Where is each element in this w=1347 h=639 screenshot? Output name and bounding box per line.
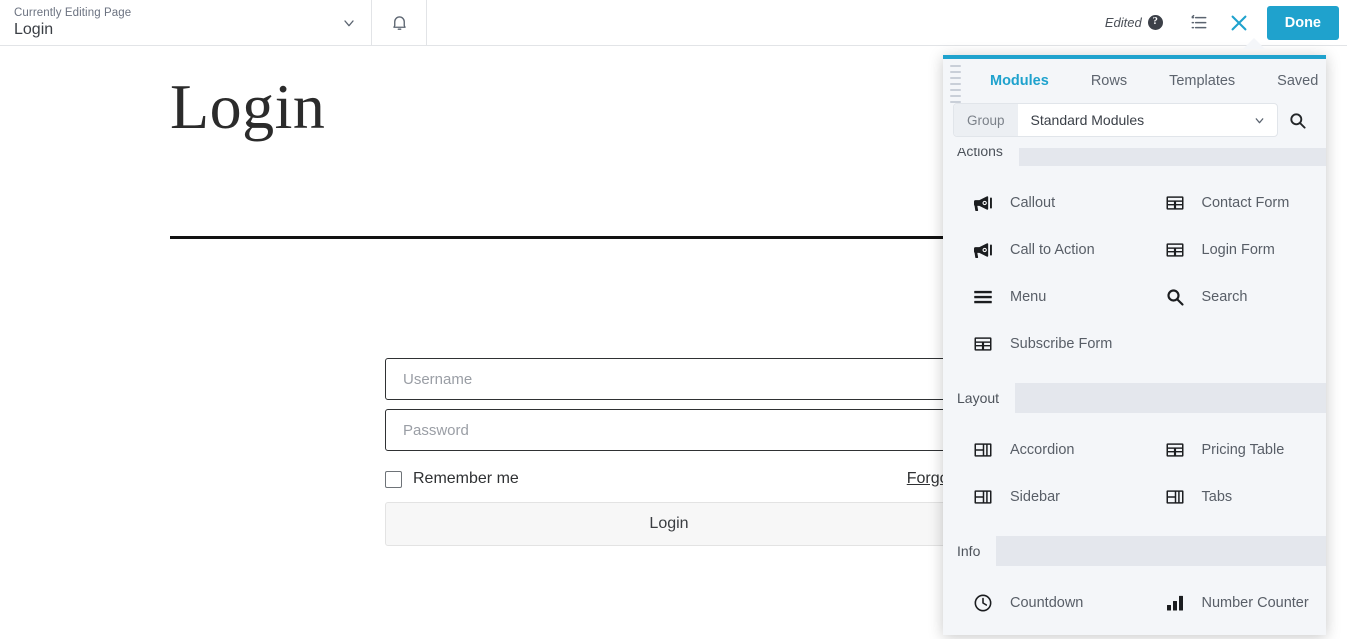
layout-blocks-icon bbox=[1165, 487, 1185, 507]
module-item-tabs[interactable]: Tabs bbox=[1135, 473, 1327, 520]
tab-rows[interactable]: Rows bbox=[1070, 59, 1148, 103]
password-placeholder: Password bbox=[403, 422, 469, 439]
tab-modules[interactable]: Modules bbox=[969, 59, 1070, 103]
table-form-icon bbox=[973, 334, 993, 354]
module-item-accordion[interactable]: Accordion bbox=[943, 426, 1135, 473]
section-title: Info bbox=[943, 536, 996, 566]
tab-saved[interactable]: Saved bbox=[1256, 59, 1326, 103]
layout-blocks-icon bbox=[973, 487, 993, 507]
module-label: Pricing Table bbox=[1202, 442, 1285, 458]
outline-panel-button[interactable] bbox=[1179, 0, 1219, 46]
login-form-module[interactable]: Username Password Remember me Forgot Log… bbox=[385, 358, 953, 546]
section-header-actions: Actions bbox=[943, 148, 1326, 166]
section-header-info: Info bbox=[943, 536, 1326, 566]
search-button[interactable] bbox=[1278, 103, 1316, 137]
layout-blocks-icon bbox=[973, 440, 993, 460]
edited-status: Edited ? bbox=[1105, 15, 1163, 30]
panel-tabs: Modules Rows Templates Saved bbox=[943, 59, 1326, 103]
group-select[interactable]: Group Standard Modules bbox=[953, 103, 1278, 137]
module-item-search[interactable]: Search bbox=[1135, 273, 1327, 320]
clock-icon bbox=[973, 593, 993, 613]
login-submit-button[interactable]: Login bbox=[385, 502, 953, 546]
current-page-name: Login bbox=[14, 21, 341, 39]
close-x-icon bbox=[1228, 12, 1250, 34]
module-grid: Callout Contact Form Call to Action Login F… bbox=[943, 166, 1326, 383]
megaphone-icon bbox=[973, 193, 993, 213]
module-item-pricing-table[interactable]: Pricing Table bbox=[1135, 426, 1327, 473]
module-grid: Countdown Number Counter bbox=[943, 566, 1326, 635]
chevron-down-icon bbox=[341, 15, 357, 31]
outline-list-icon bbox=[1189, 13, 1209, 33]
chevron-down-icon bbox=[1253, 114, 1277, 127]
panel-caret bbox=[1243, 38, 1265, 49]
module-item-subscribe-form[interactable]: Subscribe Form bbox=[943, 320, 1135, 367]
page-selector[interactable]: Currently Editing Page Login bbox=[0, 0, 372, 45]
module-item-contact-form[interactable]: Contact Form bbox=[1135, 179, 1327, 226]
module-label: Search bbox=[1202, 289, 1248, 305]
panel-header: Modules Rows Templates Saved Group Stand… bbox=[943, 59, 1326, 148]
module-label: Accordion bbox=[1010, 442, 1074, 458]
remember-me-label: Remember me bbox=[413, 470, 519, 488]
username-field[interactable]: Username bbox=[385, 358, 953, 400]
section-title: Layout bbox=[943, 383, 1015, 413]
hamburger-menu-icon bbox=[973, 287, 993, 307]
table-form-icon bbox=[1165, 440, 1185, 460]
module-item-sidebar[interactable]: Sidebar bbox=[943, 473, 1135, 520]
admin-toolbar: Currently Editing Page Login Edited ? bbox=[0, 0, 1347, 46]
bar-chart-icon bbox=[1165, 593, 1185, 613]
group-selected-value: Standard Modules bbox=[1018, 112, 1253, 128]
done-button[interactable]: Done bbox=[1267, 6, 1339, 40]
search-icon bbox=[1288, 111, 1307, 130]
notifications-button[interactable] bbox=[372, 0, 427, 45]
drag-handle-icon[interactable] bbox=[950, 65, 961, 103]
megaphone-icon bbox=[973, 240, 993, 260]
group-label: Group bbox=[954, 104, 1018, 136]
module-item-number-counter[interactable]: Number Counter bbox=[1135, 579, 1327, 626]
modules-list[interactable]: Actions Callout Contact Form Call to Action… bbox=[943, 148, 1326, 635]
module-label: Login Form bbox=[1202, 242, 1275, 258]
module-label: Countdown bbox=[1010, 595, 1083, 611]
search-icon bbox=[1165, 287, 1185, 307]
toolbar-spacer bbox=[427, 0, 1105, 45]
login-options-row: Remember me Forgot bbox=[385, 468, 953, 490]
module-label: Tabs bbox=[1202, 489, 1233, 505]
modules-panel: Modules Rows Templates Saved Group Stand… bbox=[943, 55, 1326, 635]
module-label: Subscribe Form bbox=[1010, 336, 1112, 352]
module-label: Sidebar bbox=[1010, 489, 1060, 505]
panel-filter-bar: Group Standard Modules bbox=[943, 103, 1326, 148]
module-item-callout[interactable]: Callout bbox=[943, 179, 1135, 226]
bell-icon bbox=[390, 13, 409, 32]
username-placeholder: Username bbox=[403, 371, 472, 388]
toolbar-actions: Edited ? Done bbox=[1105, 0, 1347, 45]
module-label: Call to Action bbox=[1010, 242, 1095, 258]
help-icon[interactable]: ? bbox=[1148, 15, 1163, 30]
edited-label: Edited bbox=[1105, 15, 1142, 30]
module-item-menu[interactable]: Menu bbox=[943, 273, 1135, 320]
remember-me-checkbox[interactable] bbox=[385, 471, 402, 488]
table-form-icon bbox=[1165, 193, 1185, 213]
module-item-call-to-action[interactable]: Call to Action bbox=[943, 226, 1135, 273]
module-item-countdown[interactable]: Countdown bbox=[943, 579, 1135, 626]
tab-templates[interactable]: Templates bbox=[1148, 59, 1256, 103]
section-header-layout: Layout bbox=[943, 383, 1326, 413]
section-title: Actions bbox=[943, 148, 1019, 166]
module-grid: Accordion Pricing Table Sidebar Tabs bbox=[943, 413, 1326, 536]
page-title: Login bbox=[170, 75, 325, 139]
password-field[interactable]: Password bbox=[385, 409, 953, 451]
module-label: Number Counter bbox=[1202, 595, 1309, 611]
table-form-icon bbox=[1165, 240, 1185, 260]
currently-editing-label: Currently Editing Page bbox=[14, 7, 341, 20]
module-label: Callout bbox=[1010, 195, 1055, 211]
module-label: Menu bbox=[1010, 289, 1046, 305]
module-item-login-form[interactable]: Login Form bbox=[1135, 226, 1327, 273]
module-label: Contact Form bbox=[1202, 195, 1290, 211]
